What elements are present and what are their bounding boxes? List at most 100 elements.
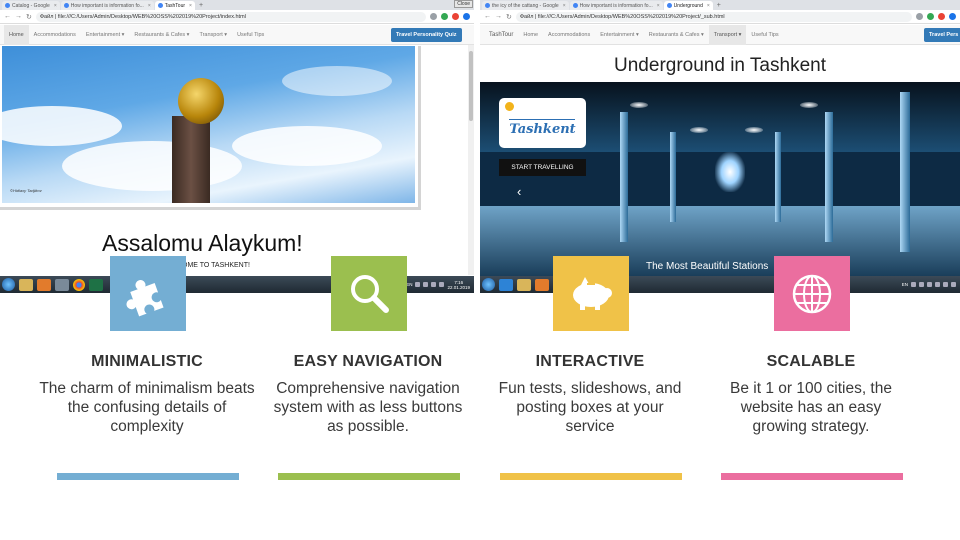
tray-icon[interactable] [935, 282, 940, 287]
tray-icon[interactable] [415, 282, 421, 287]
carousel-caption: The Most Beautiful Stations [646, 261, 769, 272]
excel-icon[interactable] [89, 278, 103, 291]
close-icon[interactable]: × [657, 3, 660, 9]
app-icon[interactable] [55, 278, 69, 291]
new-tab-icon[interactable]: + [714, 1, 724, 10]
tab-label: Catalog - Google [12, 2, 50, 9]
quiz-button[interactable]: Travel Personality Quiz [391, 28, 462, 42]
accent-bar-green [278, 473, 460, 480]
media-player-icon[interactable] [37, 278, 51, 291]
close-icon[interactable]: × [563, 3, 566, 9]
star-icon[interactable] [916, 13, 923, 20]
ceiling-lamp [630, 102, 648, 108]
feature-title-easy-navigation: EASY NAVIGATION [293, 353, 443, 370]
accent-bar-pink [721, 473, 903, 480]
browser-tab-active[interactable]: Underground × [663, 1, 713, 10]
ie-icon[interactable] [499, 278, 513, 291]
monument-column [172, 116, 210, 203]
nav-item-accommodations[interactable]: Accommodations [29, 25, 81, 45]
site-navbar: Home Accommodations Entertainment ▾ Rest… [0, 24, 474, 45]
nav-item-entertainment[interactable]: Entertainment ▾ [81, 25, 130, 45]
reload-icon[interactable]: ↻ [26, 13, 32, 21]
nav-item-home[interactable]: Home [518, 25, 543, 45]
tray-icon[interactable] [927, 282, 932, 287]
clock[interactable]: 7:16 22.01.2019 [447, 280, 470, 290]
piggy-bank-glyph [573, 276, 612, 310]
back-icon[interactable]: ← [484, 13, 491, 20]
quiz-button[interactable]: Travel Pers [924, 28, 960, 42]
nav-item-useful-tips[interactable]: Useful Tips [232, 25, 269, 45]
logo-wordmark: Tashkent [509, 122, 576, 137]
metro-carousel: Tashkent START TRAVELLING ‹ The Most Bea… [480, 82, 960, 276]
profile-icon[interactable] [463, 13, 470, 20]
favicon-icon [485, 3, 490, 8]
chrome-icon[interactable] [73, 278, 85, 291]
nav-item-home[interactable]: Home [4, 24, 29, 45]
close-icon[interactable]: × [189, 3, 192, 9]
greeting-heading: Assalomu Alaykum! [102, 230, 303, 256]
language-indicator[interactable]: EN [902, 282, 908, 287]
tray-icon[interactable] [951, 282, 956, 287]
ceiling-lamp [745, 127, 763, 133]
language-indicator[interactable]: EN [406, 282, 412, 287]
page-title: Underground in Tashkent [614, 55, 826, 76]
extension-icon[interactable] [927, 13, 934, 20]
nav-item-transport[interactable]: Transport ▾ [194, 25, 232, 45]
new-tab-icon[interactable]: + [196, 1, 206, 10]
tray-icon[interactable] [439, 282, 445, 287]
scrollbar[interactable] [468, 45, 474, 275]
start-button-icon[interactable] [2, 278, 15, 291]
favicon-icon [157, 3, 163, 8]
nav-item-restaurants[interactable]: Restaurants & Cafes ▾ [129, 25, 194, 45]
tray-icon[interactable] [423, 282, 429, 287]
site-brand[interactable]: TashTour [484, 25, 518, 45]
tray-icon[interactable] [943, 282, 948, 287]
start-travelling-button[interactable]: START TRAVELLING [499, 159, 586, 176]
metro-pillar [775, 132, 781, 222]
close-icon[interactable]: × [54, 3, 57, 9]
back-icon[interactable]: ← [4, 13, 11, 20]
url-field[interactable]: Файл | file:///C:/Users/Admin/Desktop/WE… [35, 11, 426, 22]
address-bar: ← → ↻ Файл | file:///C:/Users/Admin/Desk… [0, 10, 474, 24]
nav-item-accommodations[interactable]: Accommodations [543, 25, 595, 45]
start-button-icon[interactable] [482, 278, 495, 291]
extension-icon[interactable] [452, 13, 459, 20]
browser-tab[interactable]: How important is information fo... × [569, 1, 663, 10]
scroll-thumb[interactable] [469, 51, 473, 121]
nav-item-transport[interactable]: Transport ▾ [708, 24, 747, 45]
browser-tab[interactable]: the icy of the cattang - Google × [482, 1, 569, 10]
tray-icon[interactable] [431, 282, 437, 287]
extension-icon[interactable] [441, 13, 448, 20]
chevron-left-icon[interactable]: ‹ [517, 184, 521, 199]
address-bar: ← → ↻ Файл | file:///C:/Users/Admin/Desk… [480, 10, 960, 24]
cloud-shape [282, 66, 392, 96]
ceiling-lamp [690, 127, 708, 133]
explorer-icon[interactable] [517, 278, 531, 291]
nav-item-useful-tips[interactable]: Useful Tips [746, 25, 783, 45]
right-browser-screenshot: the icy of the cattang - Google × How imp… [480, 0, 960, 293]
nav-item-entertainment[interactable]: Entertainment ▾ [595, 25, 644, 45]
extension-icon[interactable] [938, 13, 945, 20]
url-field[interactable]: Файл | file:///C:/Users/Admin/Desktop/WE… [515, 11, 912, 22]
browser-tab[interactable]: How important is information fo... × [60, 1, 154, 10]
metro-pillar [900, 92, 910, 252]
tray-icon[interactable] [919, 282, 924, 287]
metro-pillar [670, 132, 676, 222]
star-icon[interactable] [430, 13, 437, 20]
media-player-icon[interactable] [535, 278, 549, 291]
forward-icon[interactable]: → [15, 13, 22, 20]
site-navbar: TashTour Home Accommodations Entertainme… [480, 24, 960, 45]
profile-icon[interactable] [949, 13, 956, 20]
browser-tab-active[interactable]: TashTour × [154, 1, 195, 10]
forward-icon[interactable]: → [495, 13, 502, 20]
browser-tab[interactable]: Catalog - Google × [2, 1, 60, 10]
favicon-icon [5, 3, 10, 8]
close-icon[interactable]: × [148, 3, 151, 9]
skyline-graphic [509, 106, 575, 120]
tray-icon[interactable] [911, 282, 916, 287]
close-icon[interactable]: × [707, 3, 710, 9]
cloud-shape [2, 106, 122, 146]
nav-item-restaurants[interactable]: Restaurants & Cafes ▾ [644, 25, 709, 45]
explorer-icon[interactable] [19, 278, 33, 291]
reload-icon[interactable]: ↻ [506, 13, 512, 21]
